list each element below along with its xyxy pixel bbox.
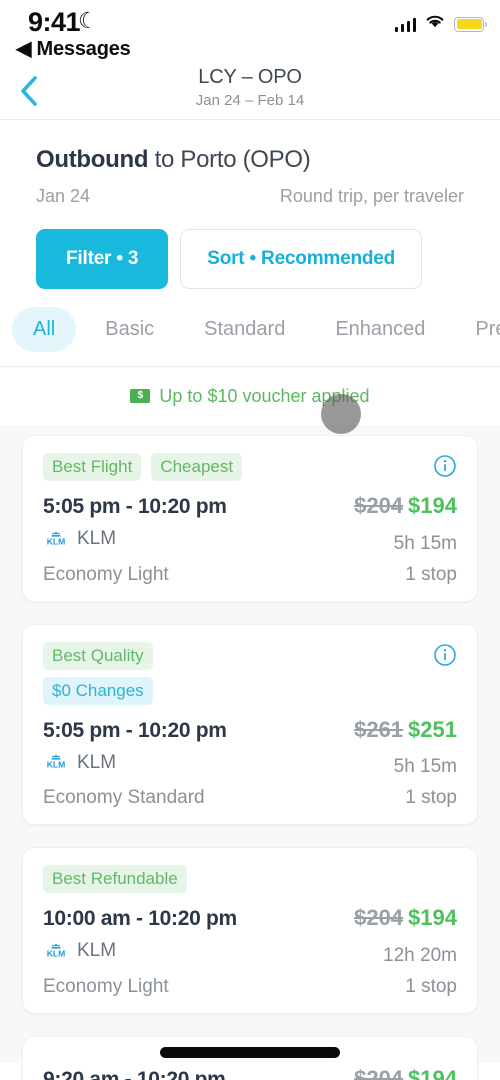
price-group: $204 $194 <box>354 493 457 519</box>
sort-button[interactable]: Sort • Recommended <box>180 229 423 289</box>
cabin-class: Economy Standard <box>43 787 205 808</box>
airline-name: KLM <box>77 940 117 961</box>
badge-row: Best Refundable <box>43 865 457 893</box>
tab-enhanced[interactable]: Enhanced <box>314 307 446 352</box>
chevron-left-icon[interactable] <box>10 72 48 110</box>
route-heading: Outbound to Porto (OPO) <box>36 146 464 174</box>
airline-name: KLM <box>77 528 117 549</box>
time-price-row: 5:05 pm - 10:20 pm $261 $251 <box>43 705 457 743</box>
flight-times: 9:20 am - 10:20 pm <box>43 1067 226 1080</box>
price-group: $204 $194 <box>354 1066 457 1080</box>
time-price-row: 10:00 am - 10:20 pm $204 $194 <box>43 893 457 931</box>
voucher-text: Up to $10 voucher applied <box>159 385 370 406</box>
flight-badge: Best Refundable <box>43 865 187 893</box>
discounted-price: $251 <box>408 716 457 742</box>
svg-text:KLM: KLM <box>47 536 66 546</box>
flight-card[interactable]: Best Quality $0 Changes 5:05 pm - 10:20 pm… <box>22 623 478 825</box>
discounted-price: $194 <box>408 1065 457 1080</box>
status-indicators <box>394 14 487 34</box>
flight-badge: Best Quality <box>43 641 153 670</box>
price-group: $204 $194 <box>354 905 457 931</box>
flight-card[interactable]: Best Refundable 10:00 am - 10:20 pm $204 $1… <box>22 847 478 1014</box>
stop-count: 1 stop <box>405 975 457 997</box>
airline-group: KLM KLM <box>43 940 116 962</box>
klm-logo-icon: KLM <box>43 530 69 549</box>
original-price: $261 <box>354 716 404 742</box>
destination-label: to Porto (OPO) <box>148 146 311 173</box>
original-price: $204 <box>354 1065 404 1080</box>
cellular-signal-icon <box>394 17 416 32</box>
money-voucher-icon: $ <box>130 389 151 403</box>
tab-premium[interactable]: Premium <box>454 307 500 352</box>
page-title: LCY – OPO <box>198 66 302 88</box>
discounted-price: $194 <box>408 905 457 930</box>
flight-badge: Best Flight <box>43 453 142 481</box>
badge-row: Best Quality $0 Changes <box>43 641 457 705</box>
nav-title-group: LCY – OPO Jan 24 – Feb 14 <box>0 62 500 109</box>
flight-card[interactable]: Best Flight Cheapest 5:05 pm - 10:20 pm $20… <box>22 435 478 602</box>
tab-basic[interactable]: Basic <box>84 307 175 352</box>
price-group: $261 $251 <box>354 717 457 743</box>
airline-group: KLM KLM <box>43 528 116 550</box>
back-to-messages-link[interactable]: ◀ Messages <box>16 36 131 61</box>
status-time: 9:41 <box>28 7 81 37</box>
flight-results-list[interactable]: Best Flight Cheapest 5:05 pm - 10:20 pm $20… <box>0 425 500 1080</box>
original-price: $204 <box>354 493 404 518</box>
flight-times: 5:05 pm - 10:20 pm <box>43 495 227 518</box>
airline-name: KLM <box>77 751 117 773</box>
klm-logo-icon: KLM <box>43 753 69 772</box>
phone-screen: 9:41 ☾ ◀ Messages LCY – OPO Jan 24 – Feb… <box>0 0 500 1080</box>
flight-times: 10:00 am - 10:20 pm <box>43 907 237 930</box>
svg-text:KLM: KLM <box>47 948 66 958</box>
home-indicator-bar <box>160 1047 340 1058</box>
battery-icon <box>454 16 487 32</box>
cabin-stops-row: Economy Light 1 stop <box>43 555 457 586</box>
trip-type-label: Round trip, per traveler <box>279 186 464 206</box>
airline-duration-row: KLM KLM 5h 15m <box>43 519 457 555</box>
wifi-icon <box>425 14 445 34</box>
airline-group: KLM KLM <box>43 752 116 774</box>
tab-all[interactable]: All <box>12 307 77 352</box>
tab-standard[interactable]: Standard <box>183 307 306 352</box>
status-bar: 9:41 ☾ ◀ Messages <box>0 0 500 62</box>
header-meta: Jan 24 Round trip, per traveler <box>36 186 464 207</box>
crescent-moon-icon: ☾ <box>78 8 98 33</box>
flight-duration: 12h 20m <box>383 944 457 966</box>
airline-duration-row: KLM KLM 5h 15m <box>43 743 457 779</box>
flight-times: 5:05 pm - 10:20 pm <box>43 718 227 742</box>
original-price: $204 <box>354 905 404 930</box>
page-subtitle: Jan 24 – Feb 14 <box>195 92 305 109</box>
voucher-banner: $ Up to $10 voucher applied <box>0 367 500 425</box>
airline-duration-row: KLM KLM 12h 20m <box>43 931 457 967</box>
discounted-price: $194 <box>408 493 457 518</box>
stop-count: 1 stop <box>405 787 457 808</box>
filter-button[interactable]: Filter • 3 <box>36 229 169 289</box>
search-header: Outbound to Porto (OPO) Jan 24 Round tri… <box>0 120 500 289</box>
filter-sort-row: Filter • 3 Sort • Recommended <box>36 229 464 289</box>
departure-date: Jan 24 <box>36 186 91 206</box>
badge-row: Best Flight Cheapest <box>43 453 457 481</box>
direction-label: Outbound <box>36 146 149 173</box>
navigation-bar: LCY – OPO Jan 24 – Feb 14 <box>0 62 500 120</box>
info-circle-icon[interactable] <box>433 454 457 483</box>
klm-logo-icon: KLM <box>43 942 69 961</box>
svg-text:KLM: KLM <box>47 760 66 770</box>
info-circle-icon[interactable] <box>433 643 457 672</box>
flight-badge: Cheapest <box>151 453 243 481</box>
stop-count: 1 stop <box>405 563 457 585</box>
cabin-class: Economy Light <box>43 975 169 997</box>
fare-class-tabs[interactable]: AllBasicStandardEnhancedPremium <box>0 289 500 367</box>
time-price-row: 5:05 pm - 10:20 pm $204 $194 <box>43 481 457 519</box>
flight-duration: 5h 15m <box>393 532 457 554</box>
flight-duration: 5h 15m <box>393 756 457 777</box>
cabin-stops-row: Economy Standard 1 stop <box>43 778 457 809</box>
cabin-stops-row: Economy Light 1 stop <box>43 967 457 998</box>
cabin-class: Economy Light <box>43 563 169 585</box>
flight-badge: $0 Changes <box>43 676 153 705</box>
